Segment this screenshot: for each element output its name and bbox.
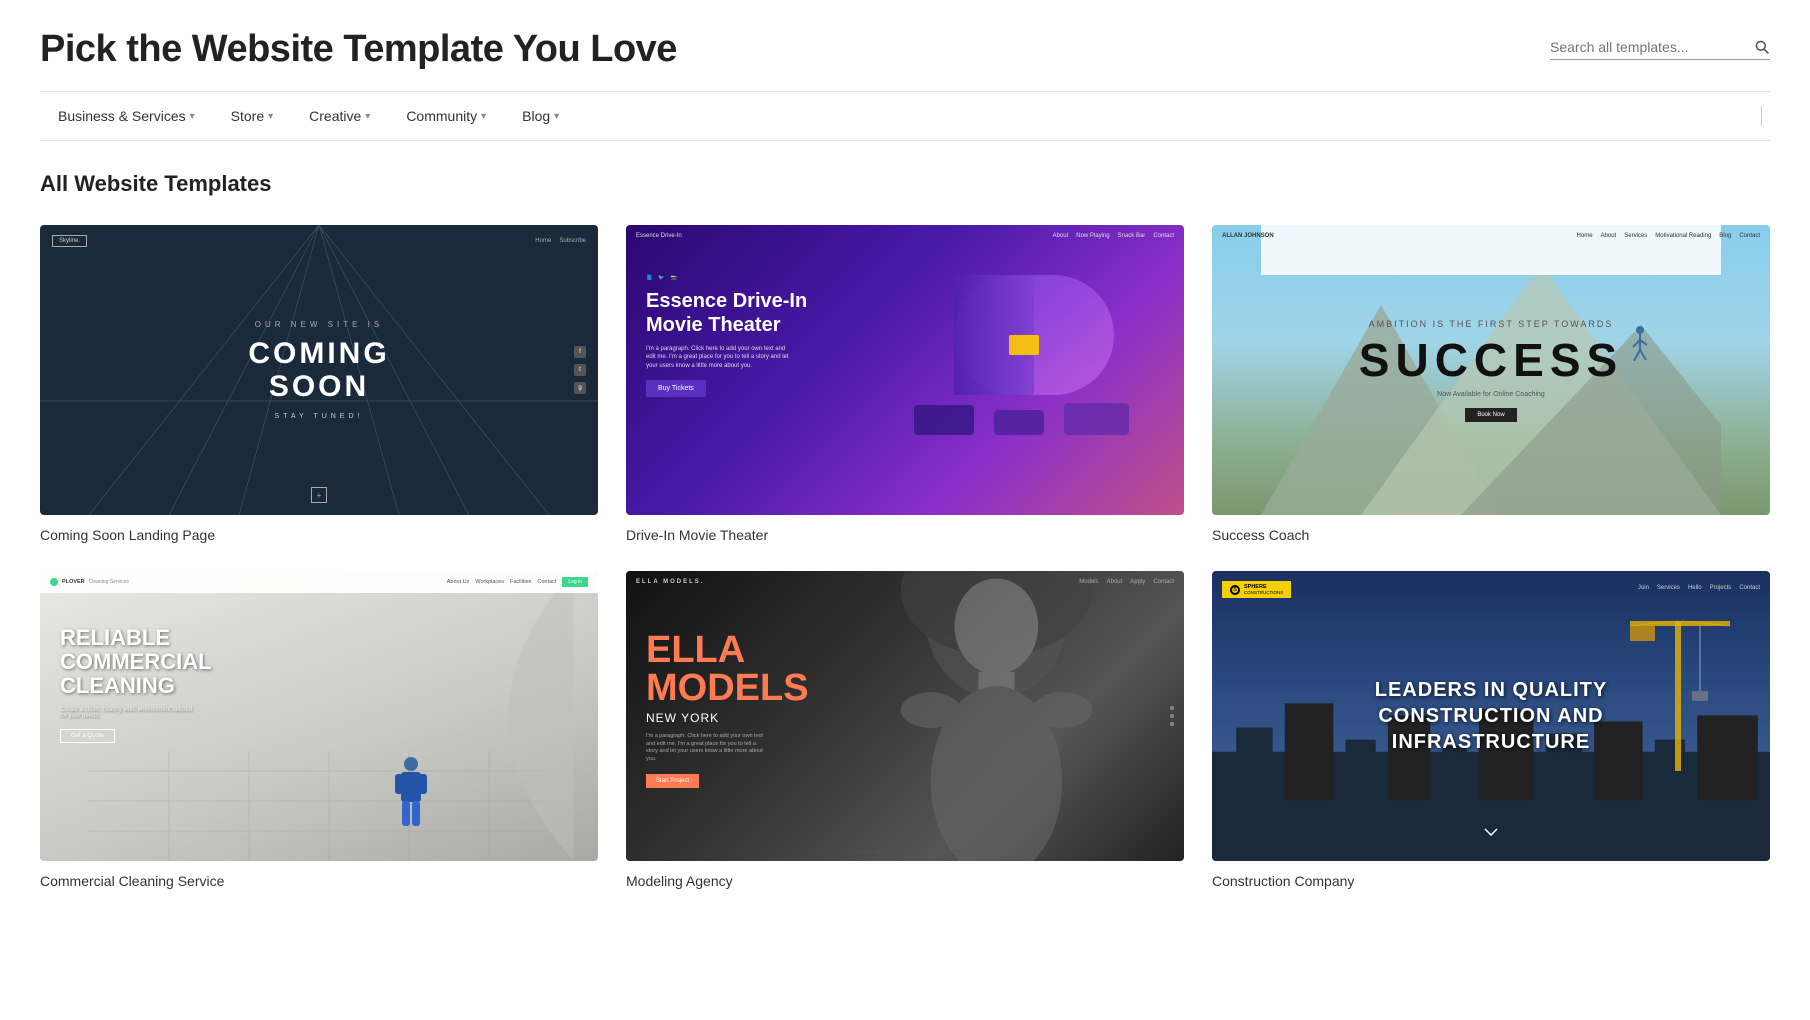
template-grid: Skyline. HomeSubscribe OUR NEW SITE IS C… <box>40 225 1770 889</box>
main-content: All Website Templates S <box>40 141 1770 929</box>
thumb-content-success: AMBITION IS THE FIRST STEP TOWARDS SUCCE… <box>1212 225 1770 515</box>
page-header: Pick the Website Template You Love <box>40 0 1770 91</box>
thumb-bottom-icon: + <box>311 487 327 503</box>
template-card-cleaning[interactable]: PLOVER Cleaning Services About UsWorkpla… <box>40 571 598 889</box>
thumb-wall <box>319 571 598 861</box>
template-card-drive-in[interactable]: Essence Drive-In AboutNow PlayingSnack B… <box>626 225 1184 543</box>
thumb-copyright: © 2024 Ella Models. Proudly created with… <box>849 849 961 855</box>
chevron-down-icon: ▾ <box>481 111 486 122</box>
thumb-text-construction: LEADERS IN QUALITYCONSTRUCTION ANDINFRAS… <box>1212 571 1770 861</box>
nav-item-blog[interactable]: Blog ▾ <box>504 92 577 140</box>
thumb-nav: HomeSubscribe <box>535 238 586 244</box>
chevron-down-icon: ▾ <box>268 111 273 122</box>
thumb-social: f t g <box>574 346 586 394</box>
template-name-construction: Construction Company <box>1212 873 1770 889</box>
category-nav: Business & Services ▾ Store ▾ Creative ▾… <box>40 91 1770 141</box>
template-card-success[interactable]: ALLAN JOHNSON HomeAboutServicesMotivatio… <box>1212 225 1770 543</box>
thumb-text-drive: 📘🐦📷 Essence Drive-In Movie Theater I'm a… <box>646 275 826 397</box>
template-name-success: Success Coach <box>1212 527 1770 543</box>
thumb-nav-cleaning: PLOVER Cleaning Services About UsWorkpla… <box>40 571 598 593</box>
thumb-logo: Skyline. <box>52 235 87 247</box>
chevron-down-icon: ▾ <box>365 111 370 122</box>
thumb-text-modeling: ELLAMODELS NEW YORK I'm a paragraph. Cli… <box>646 631 809 788</box>
nav-item-store[interactable]: Store ▾ <box>213 92 292 140</box>
page-title: Pick the Website Template You Love <box>40 28 677 71</box>
thumb-content: OUR NEW SITE IS COMINGSOON STAY TUNED! <box>248 320 389 420</box>
template-name-modeling: Modeling Agency <box>626 873 1184 889</box>
search-input[interactable] <box>1550 39 1746 55</box>
nav-item-business[interactable]: Business & Services ▾ <box>40 92 213 140</box>
nav-item-community[interactable]: Community ▾ <box>388 92 504 140</box>
template-name-drive-in: Drive-In Movie Theater <box>626 527 1184 543</box>
template-name-cleaning: Commercial Cleaning Service <box>40 873 598 889</box>
search-box[interactable] <box>1550 39 1770 60</box>
thumb-text-cleaning: RELIABLECOMMERCIALCLEANING Create a clea… <box>60 626 212 743</box>
thumb-scroll-indicator <box>1484 823 1498 841</box>
search-icon <box>1754 39 1770 55</box>
template-card-construction[interactable]: S SPHERE CONSTRUCTIONS JoinServicesHello… <box>1212 571 1770 889</box>
template-card-coming-soon[interactable]: Skyline. HomeSubscribe OUR NEW SITE IS C… <box>40 225 598 543</box>
thumb-worker <box>391 756 431 841</box>
thumb-model-figure <box>829 571 1164 861</box>
template-name-coming-soon: Coming Soon Landing Page <box>40 527 598 543</box>
section-title: All Website Templates <box>40 171 1770 197</box>
thumb-nav-drive: Essence Drive-In AboutNow PlayingSnack B… <box>636 233 1174 239</box>
thumb-dots <box>1170 706 1174 726</box>
thumb-3d-shape <box>894 245 1184 465</box>
chevron-down-icon: ▾ <box>190 111 195 122</box>
chevron-down-icon: ▾ <box>554 111 559 122</box>
template-card-modeling[interactable]: ELLA MODELS. ModelsAboutApplyContact ELL… <box>626 571 1184 889</box>
nav-divider <box>1761 106 1762 126</box>
nav-item-creative[interactable]: Creative ▾ <box>291 92 388 140</box>
thumb-nav-modeling: ELLA MODELS. ModelsAboutApplyContact <box>636 579 1174 585</box>
